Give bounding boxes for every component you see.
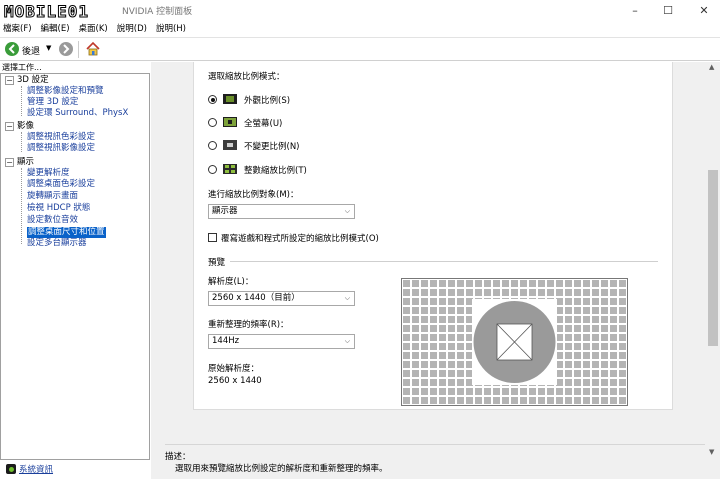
settings-panel: 選取縮放比例模式： 外觀比例(S) 全螢幕(U) 不變更比例(N) 整數縮放比例…: [193, 62, 673, 410]
scaling-target-value: 顯示器: [212, 206, 238, 216]
tree-category-3d[interactable]: 3D 設定: [17, 75, 49, 86]
back-button[interactable]: 後退: [22, 44, 40, 57]
chevron-down-icon: ⌵: [344, 294, 350, 302]
close-button[interactable]: ✕: [694, 3, 714, 19]
preview-heading: 預覽: [208, 258, 226, 268]
scroll-up-icon[interactable]: ▲: [709, 63, 714, 71]
scaling-mode-heading: 選取縮放比例模式：: [208, 72, 285, 82]
refresh-rate-value: 144Hz: [212, 336, 240, 346]
description-divider: [165, 444, 705, 445]
menu-edit[interactable]: 編輯(E): [38, 22, 76, 36]
tree-item-hdcp-status[interactable]: 檢視 HDCP 狀態: [27, 203, 90, 214]
collapse-toggle-icon[interactable]: −: [5, 76, 14, 85]
override-scaling-label[interactable]: 覆寫遊戲和程式所設定的縮放比例模式(O): [221, 232, 379, 244]
integer-scaling-icon: [223, 164, 237, 174]
nvidia-info-icon: [6, 464, 16, 474]
native-resolution-value: 2560 x 1440: [208, 376, 262, 386]
tree-item-video-image[interactable]: 調整視訊影像設定: [27, 143, 95, 154]
radio-integer-scaling[interactable]: [208, 165, 217, 174]
tree-item-desktop-color[interactable]: 調整桌面色彩設定: [27, 179, 95, 190]
toolbar-separator: [78, 41, 79, 58]
description-heading: 描述：: [165, 452, 191, 462]
tree-item-desktop-size-position[interactable]: 調整桌面尺寸和位置: [27, 227, 106, 238]
tree-item-video-color[interactable]: 調整視訊色彩設定: [27, 132, 95, 143]
back-dropdown-icon[interactable]: ▼: [46, 44, 51, 52]
preview-divider: [230, 261, 658, 262]
collapse-toggle-icon[interactable]: −: [5, 158, 14, 167]
minimize-button[interactable]: –: [625, 3, 645, 19]
task-tree: − 3D 設定 調整影像設定和預覽 管理 3D 設定 設定環 Surround、…: [0, 73, 150, 460]
tree-connector: [21, 132, 22, 152]
aspect-ratio-icon: [223, 94, 237, 104]
mode-label-integer-scaling[interactable]: 整數縮放比例(T): [244, 164, 307, 176]
tree-item-change-resolution[interactable]: 變更解析度: [27, 168, 70, 179]
tree-connector: [21, 168, 22, 244]
no-scaling-icon: [223, 140, 237, 150]
scrollbar-thumb[interactable]: [708, 170, 718, 346]
scaling-target-select[interactable]: 顯示器 ⌵: [208, 204, 355, 219]
collapse-toggle-icon[interactable]: −: [5, 122, 14, 131]
menu-desktop[interactable]: 桌面(K): [76, 22, 114, 36]
tree-item-image-settings[interactable]: 調整影像設定和預覽: [27, 86, 104, 97]
toolbar: 後退 ▼: [0, 37, 720, 61]
mode-label-aspect-ratio[interactable]: 外觀比例(S): [244, 94, 290, 106]
scaling-target-label: 進行縮放比例對象(M)：: [208, 190, 299, 200]
fullscreen-icon: [223, 117, 237, 127]
back-arrow-icon[interactable]: [5, 42, 19, 56]
tree-category-display[interactable]: 顯示: [17, 157, 34, 168]
maximize-button[interactable]: ☐: [658, 3, 678, 19]
native-resolution-label: 原始解析度：: [208, 364, 260, 374]
mode-label-no-scaling[interactable]: 不變更比例(N): [244, 140, 300, 152]
menu-help[interactable]: 說明(H): [153, 22, 192, 36]
description-text: 選取用來預覽縮放比例設定的解析度和重新整理的頻率。: [175, 464, 388, 474]
refresh-rate-select[interactable]: 144Hz ⌵: [208, 334, 355, 349]
chevron-down-icon: ⌵: [344, 337, 350, 345]
tree-item-digital-audio[interactable]: 設定數位音效: [27, 215, 78, 226]
window-title: NVIDIA 控制面板: [122, 7, 193, 17]
override-scaling-checkbox[interactable]: [208, 233, 217, 242]
tree-item-multiple-displays[interactable]: 設定多台顯示器: [27, 238, 87, 249]
menu-bar: 檔案(F) 編輯(E) 桌面(K) 說明(D) 說明(H): [0, 22, 720, 36]
system-info-link[interactable]: 系統資訊: [6, 463, 53, 475]
tree-item-rotate-display[interactable]: 旋轉顯示畫面: [27, 191, 78, 202]
tree-connector: [21, 86, 22, 116]
tree-item-manage-3d[interactable]: 管理 3D 設定: [27, 97, 78, 108]
title-bar: MOBILE01 NVIDIA 控制面板 – ☐ ✕: [0, 0, 720, 22]
radio-fullscreen[interactable]: [208, 118, 217, 127]
radio-no-scaling[interactable]: [208, 141, 217, 150]
refresh-rate-label: 重新整理的頻率(R)：: [208, 320, 289, 330]
resolution-label: 解析度(L)：: [208, 277, 254, 287]
logo-text: MOBILE01: [3, 1, 90, 21]
menu-3d[interactable]: 說明(D): [114, 22, 153, 36]
resolution-value: 2560 x 1440（目前）: [212, 293, 300, 303]
watermark-logo: MOBILE01: [3, 1, 90, 21]
scaling-preview-image: [401, 278, 628, 406]
system-info-label[interactable]: 系統資訊: [19, 463, 53, 475]
tree-item-surround-physx[interactable]: 設定環 Surround、PhysX: [27, 108, 128, 119]
resolution-select[interactable]: 2560 x 1440（目前） ⌵: [208, 291, 355, 306]
tree-category-video[interactable]: 影像: [17, 121, 34, 132]
radio-aspect-ratio[interactable]: [208, 95, 217, 104]
home-icon[interactable]: [85, 41, 101, 57]
mode-label-fullscreen[interactable]: 全螢幕(U): [244, 117, 282, 129]
menu-file[interactable]: 檔案(F): [0, 22, 38, 36]
scroll-down-icon[interactable]: ▼: [709, 448, 714, 456]
forward-arrow-icon[interactable]: [59, 42, 73, 56]
task-panel-header: 選擇工作...: [0, 62, 150, 73]
chevron-down-icon: ⌵: [344, 207, 350, 215]
